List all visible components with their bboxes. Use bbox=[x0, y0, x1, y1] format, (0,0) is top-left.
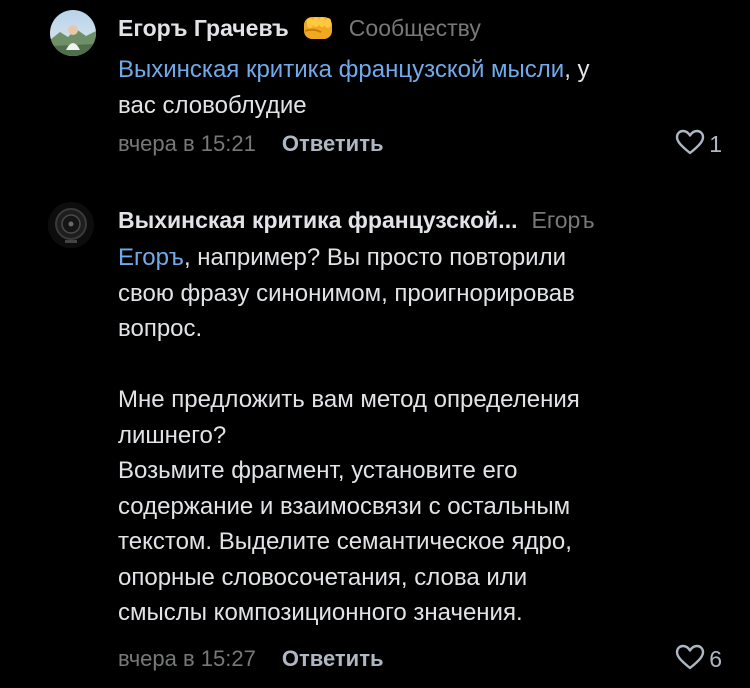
comment-meta: вчера в 15:27 Ответить 6 bbox=[118, 642, 750, 676]
comment-text-body: , например? Вы просто повторили свою фра… bbox=[118, 244, 580, 626]
mention-link[interactable]: Выхинская критика французской мысли bbox=[118, 56, 564, 83]
reply-to[interactable]: Егоръ bbox=[531, 207, 594, 234]
author-name[interactable]: Егоръ Грачевъ bbox=[118, 15, 289, 42]
reply-to[interactable]: Сообществу bbox=[349, 15, 481, 42]
author-name[interactable]: Выхинская критика французской... bbox=[118, 207, 517, 234]
comment-meta: вчера в 15:21 Ответить 1 bbox=[118, 127, 750, 161]
comment-header: Выхинская критика французской... Егоръ bbox=[118, 202, 595, 238]
comment-text: Выхинская критика французской мысли, у в… bbox=[118, 52, 728, 123]
avatar[interactable] bbox=[48, 202, 94, 248]
reply-button[interactable]: Ответить bbox=[282, 646, 384, 672]
comment: Выхинская критика французской... Егоръ Е… bbox=[0, 195, 750, 688]
like-count: 6 bbox=[709, 645, 722, 672]
mention-link[interactable]: Егоръ bbox=[118, 244, 184, 271]
comment-header: Егоръ Грачевъ Сообществу bbox=[118, 10, 481, 46]
fist-emoji-icon bbox=[301, 13, 335, 43]
avatar[interactable] bbox=[50, 10, 96, 56]
like-count: 1 bbox=[709, 130, 722, 157]
like-button[interactable]: 1 bbox=[675, 129, 722, 160]
like-button[interactable]: 6 bbox=[675, 644, 722, 675]
heart-icon bbox=[675, 129, 705, 160]
timestamp[interactable]: вчера в 15:27 bbox=[118, 646, 256, 672]
comment-text: Егоръ, например? Вы просто повторили сво… bbox=[118, 240, 728, 631]
heart-icon bbox=[675, 644, 705, 675]
comment: Егоръ Грачевъ Сообществу Выхинская крити… bbox=[0, 0, 750, 170]
reply-button[interactable]: Ответить bbox=[282, 131, 384, 157]
timestamp[interactable]: вчера в 15:21 bbox=[118, 131, 256, 157]
